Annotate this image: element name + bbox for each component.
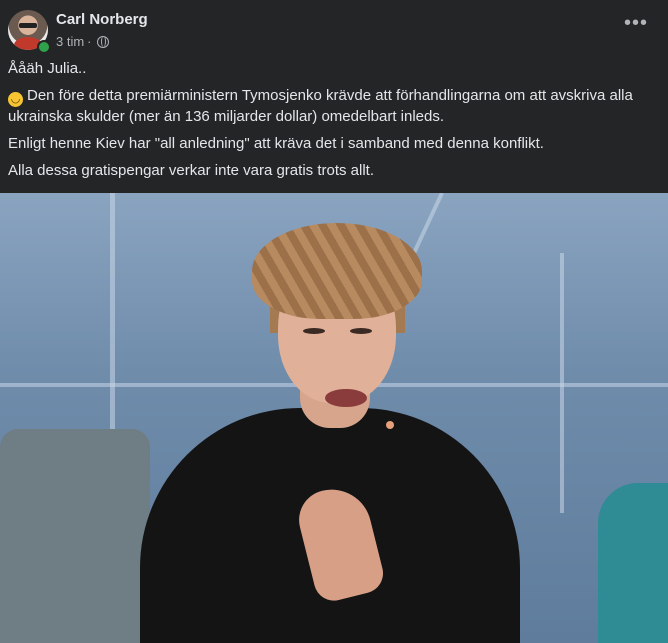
post-line-4: Alla dessa gratispengar verkar inte vara… [8,162,374,179]
post-photo[interactable] [0,193,668,643]
meta-separator: · [87,34,92,49]
photo-microphone [386,421,394,429]
photo-person-eye [303,328,325,334]
post-line-2: ◡ Den före detta premiärministern Tymosje… [8,86,656,127]
post-line-3: Enligt henne Kiev har "all anledning" at… [8,135,544,152]
photo-person-braid [252,223,422,319]
upside-down-face-emoji-icon: ◡ [8,92,23,107]
photo-teal-object [598,483,668,643]
author-name[interactable]: Carl Norberg [56,11,148,28]
photo-bg-line [560,253,564,513]
post-line-2-text: Den före detta premiärministern Tymosjen… [8,87,633,125]
avatar-glasses [19,23,37,28]
photo-person-eye [350,328,372,334]
post-text: Ååäh Julia.. ◡ Den före detta premiärmini… [8,59,656,188]
post-line-1: Ååäh Julia.. [8,60,87,77]
online-status-icon [37,40,51,54]
more-options-icon[interactable]: ••• [624,13,648,33]
post-card: Carl Norberg 3 tim · ••• Ååäh Julia.. ◡ D… [0,0,668,643]
post-header: Carl Norberg 3 tim · ••• [8,10,658,54]
globe-icon[interactable] [96,35,109,48]
post-time[interactable]: 3 tim [56,34,84,49]
post-meta: 3 tim · [56,34,109,49]
photo-chair [0,429,150,643]
photo-person-mouth [325,389,367,407]
